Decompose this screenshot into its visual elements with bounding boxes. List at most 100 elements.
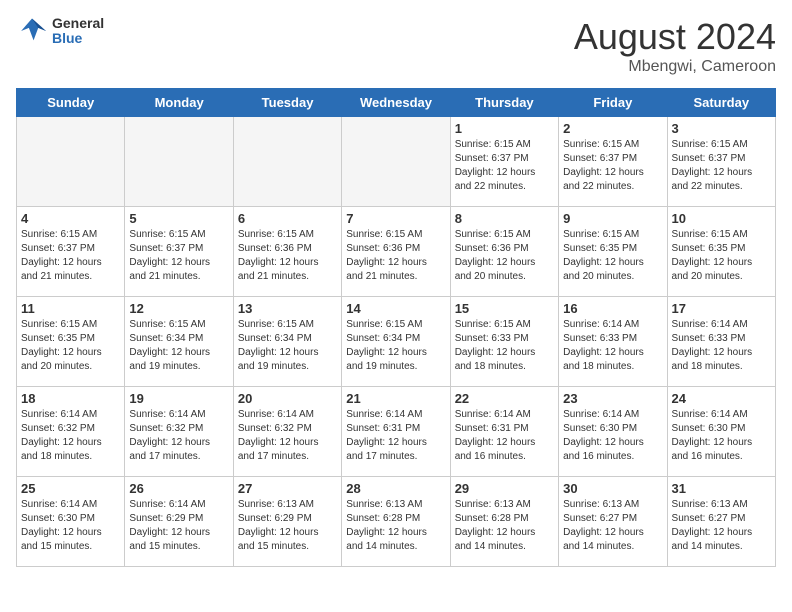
page-header: General Blue August 2024 Mbengwi, Camero… (16, 16, 776, 76)
calendar-cell: 19 Sunrise: 6:14 AMSunset: 6:32 PMDayligh… (125, 387, 233, 477)
calendar-cell: 23 Sunrise: 6:14 AMSunset: 6:30 PMDayligh… (559, 387, 667, 477)
day-info: Sunrise: 6:13 AMSunset: 6:28 PMDaylight:… (346, 498, 445, 554)
day-info: Sunrise: 6:14 AMSunset: 6:32 PMDaylight:… (238, 408, 337, 464)
calendar-cell: 2 Sunrise: 6:15 AMSunset: 6:37 PMDaylight… (559, 117, 667, 207)
day-number: 18 (21, 391, 120, 406)
weekday-header-thursday: Thursday (450, 89, 558, 117)
day-number: 11 (21, 301, 120, 316)
day-number: 17 (672, 301, 771, 316)
weekday-header-tuesday: Tuesday (233, 89, 341, 117)
calendar-cell: 10 Sunrise: 6:15 AMSunset: 6:35 PMDayligh… (667, 207, 775, 297)
day-number: 15 (455, 301, 554, 316)
day-info: Sunrise: 6:13 AMSunset: 6:27 PMDaylight:… (672, 498, 771, 554)
day-number: 27 (238, 481, 337, 496)
calendar-cell: 28 Sunrise: 6:13 AMSunset: 6:28 PMDayligh… (342, 477, 450, 567)
logo-line2: Blue (52, 31, 104, 46)
day-info: Sunrise: 6:13 AMSunset: 6:29 PMDaylight:… (238, 498, 337, 554)
day-info: Sunrise: 6:15 AMSunset: 6:36 PMDaylight:… (455, 228, 554, 284)
calendar-cell: 15 Sunrise: 6:15 AMSunset: 6:33 PMDayligh… (450, 297, 558, 387)
day-number: 6 (238, 211, 337, 226)
weekday-header-monday: Monday (125, 89, 233, 117)
calendar-cell: 20Sunrise: 6:14 AMSunset: 6:32 PMDayligh… (233, 387, 341, 477)
day-number: 22 (455, 391, 554, 406)
month-title: August 2024 (574, 16, 776, 58)
calendar-cell: 3 Sunrise: 6:15 AMSunset: 6:37 PMDaylight… (667, 117, 775, 207)
weekday-header-sunday: Sunday (17, 89, 125, 117)
day-number: 31 (672, 481, 771, 496)
day-info: Sunrise: 6:14 AMSunset: 6:30 PMDaylight:… (21, 498, 120, 554)
calendar-cell: 21Sunrise: 6:14 AMSunset: 6:31 PMDayligh… (342, 387, 450, 477)
calendar-cell: 11 Sunrise: 6:15 AMSunset: 6:35 PMDayligh… (17, 297, 125, 387)
day-info: Sunrise: 6:15 AMSunset: 6:37 PMDaylight:… (563, 138, 662, 194)
day-info: Sunrise: 6:15 AMSunset: 6:34 PMDaylight:… (346, 318, 445, 374)
calendar-cell: 7 Sunrise: 6:15 AMSunset: 6:36 PMDaylight… (342, 207, 450, 297)
day-info: Sunrise: 6:14 AMSunset: 6:33 PMDaylight:… (672, 318, 771, 374)
title-block: August 2024 Mbengwi, Cameroon (574, 16, 776, 76)
day-info: Sunrise: 6:15 AMSunset: 6:34 PMDaylight:… (238, 318, 337, 374)
day-info: Sunrise: 6:13 AMSunset: 6:28 PMDaylight:… (455, 498, 554, 554)
calendar-cell: 13 Sunrise: 6:15 AMSunset: 6:34 PMDayligh… (233, 297, 341, 387)
day-number: 4 (21, 211, 120, 226)
day-number: 30 (563, 481, 662, 496)
calendar-cell: 31 Sunrise: 6:13 AMSunset: 6:27 PMDayligh… (667, 477, 775, 567)
day-info: Sunrise: 6:15 AMSunset: 6:37 PMDaylight:… (455, 138, 554, 194)
day-number: 1 (455, 121, 554, 136)
day-number: 25 (21, 481, 120, 496)
day-info: Sunrise: 6:15 AMSunset: 6:35 PMDaylight:… (563, 228, 662, 284)
calendar-cell: 16Sunrise: 6:14 AMSunset: 6:33 PMDayligh… (559, 297, 667, 387)
day-number: 13 (238, 301, 337, 316)
calendar-cell: 29 Sunrise: 6:13 AMSunset: 6:28 PMDayligh… (450, 477, 558, 567)
week-row-3: 11 Sunrise: 6:15 AMSunset: 6:35 PMDayligh… (17, 297, 776, 387)
day-number: 5 (129, 211, 228, 226)
calendar-cell: 26Sunrise: 6:14 AMSunset: 6:29 PMDayligh… (125, 477, 233, 567)
calendar-cell: 27 Sunrise: 6:13 AMSunset: 6:29 PMDayligh… (233, 477, 341, 567)
calendar-cell: 12Sunrise: 6:15 AMSunset: 6:34 PMDayligh… (125, 297, 233, 387)
day-number: 7 (346, 211, 445, 226)
day-number: 8 (455, 211, 554, 226)
day-info: Sunrise: 6:15 AMSunset: 6:34 PMDaylight:… (129, 318, 228, 374)
calendar-cell (342, 117, 450, 207)
logo-icon (16, 17, 48, 45)
day-info: Sunrise: 6:14 AMSunset: 6:32 PMDaylight:… (129, 408, 228, 464)
day-number: 2 (563, 121, 662, 136)
day-number: 28 (346, 481, 445, 496)
calendar-cell: 17 Sunrise: 6:14 AMSunset: 6:33 PMDayligh… (667, 297, 775, 387)
calendar-cell: 30 Sunrise: 6:13 AMSunset: 6:27 PMDayligh… (559, 477, 667, 567)
logo-text: General Blue (52, 16, 104, 47)
week-row-4: 18 Sunrise: 6:14 AMSunset: 6:32 PMDayligh… (17, 387, 776, 477)
weekday-header-friday: Friday (559, 89, 667, 117)
day-number: 19 (129, 391, 228, 406)
day-info: Sunrise: 6:15 AMSunset: 6:37 PMDaylight:… (672, 138, 771, 194)
weekday-header-row: SundayMondayTuesdayWednesdayThursdayFrid… (17, 89, 776, 117)
calendar-cell: 5 Sunrise: 6:15 AMSunset: 6:37 PMDaylight… (125, 207, 233, 297)
day-number: 29 (455, 481, 554, 496)
calendar-cell (125, 117, 233, 207)
day-number: 9 (563, 211, 662, 226)
day-number: 23 (563, 391, 662, 406)
calendar-cell: 14 Sunrise: 6:15 AMSunset: 6:34 PMDayligh… (342, 297, 450, 387)
day-info: Sunrise: 6:13 AMSunset: 6:27 PMDaylight:… (563, 498, 662, 554)
day-info: Sunrise: 6:15 AMSunset: 6:35 PMDaylight:… (672, 228, 771, 284)
day-info: Sunrise: 6:14 AMSunset: 6:31 PMDaylight:… (455, 408, 554, 464)
day-info: Sunrise: 6:14 AMSunset: 6:30 PMDaylight:… (563, 408, 662, 464)
logo: General Blue (16, 16, 104, 47)
day-number: 24 (672, 391, 771, 406)
day-info: Sunrise: 6:15 AMSunset: 6:37 PMDaylight:… (129, 228, 228, 284)
calendar-cell: 24Sunrise: 6:14 AMSunset: 6:30 PMDayligh… (667, 387, 775, 477)
calendar-cell: 9 Sunrise: 6:15 AMSunset: 6:35 PMDaylight… (559, 207, 667, 297)
calendar-cell: 4 Sunrise: 6:15 AMSunset: 6:37 PMDaylight… (17, 207, 125, 297)
day-number: 21 (346, 391, 445, 406)
day-number: 10 (672, 211, 771, 226)
week-row-2: 4 Sunrise: 6:15 AMSunset: 6:37 PMDaylight… (17, 207, 776, 297)
day-info: Sunrise: 6:15 AMSunset: 6:35 PMDaylight:… (21, 318, 120, 374)
day-info: Sunrise: 6:15 AMSunset: 6:36 PMDaylight:… (238, 228, 337, 284)
day-info: Sunrise: 6:14 AMSunset: 6:33 PMDaylight:… (563, 318, 662, 374)
day-info: Sunrise: 6:14 AMSunset: 6:32 PMDaylight:… (21, 408, 120, 464)
day-number: 14 (346, 301, 445, 316)
calendar-cell: 8 Sunrise: 6:15 AMSunset: 6:36 PMDaylight… (450, 207, 558, 297)
calendar-cell: 18 Sunrise: 6:14 AMSunset: 6:32 PMDayligh… (17, 387, 125, 477)
day-number: 3 (672, 121, 771, 136)
day-info: Sunrise: 6:15 AMSunset: 6:33 PMDaylight:… (455, 318, 554, 374)
day-info: Sunrise: 6:15 AMSunset: 6:36 PMDaylight:… (346, 228, 445, 284)
day-info: Sunrise: 6:15 AMSunset: 6:37 PMDaylight:… (21, 228, 120, 284)
